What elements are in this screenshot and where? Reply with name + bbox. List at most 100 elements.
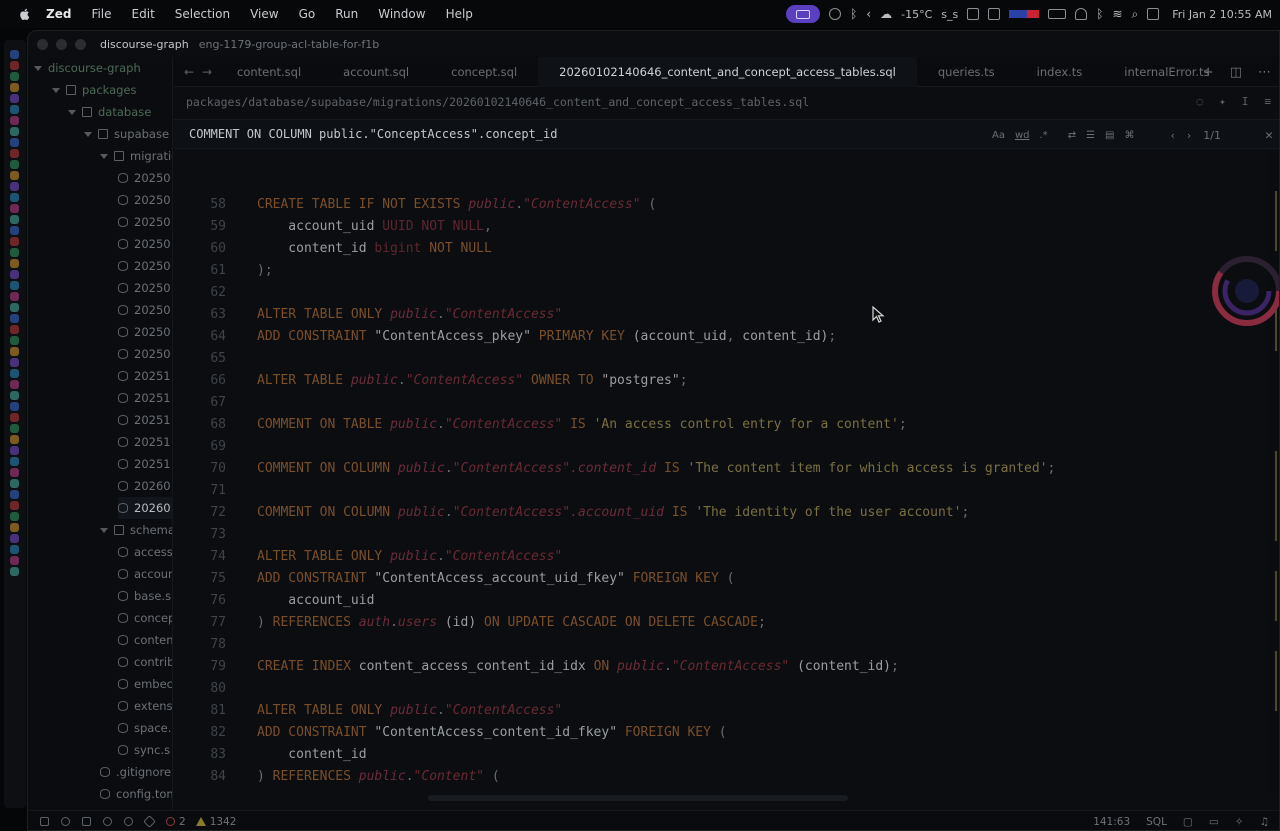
sidebar-item[interactable]: supabase [84, 123, 172, 145]
git-icon[interactable] [61, 817, 70, 826]
sidebar-item[interactable]: conten [118, 629, 172, 651]
dock-app-icon[interactable] [10, 402, 19, 411]
code-line[interactable]: 60 content_id bigint NOT NULL [174, 237, 1269, 259]
dock-app-icon[interactable] [10, 127, 19, 136]
wifi-icon[interactable]: ≋ [1112, 7, 1122, 21]
bluetooth-icon[interactable]: ᛒ [850, 7, 857, 21]
sidebar-item[interactable]: 20251 [118, 453, 172, 475]
dock-app-icon[interactable] [10, 424, 19, 433]
select-all-matches-icon[interactable]: ☰ [1086, 130, 1095, 141]
sidebar-item[interactable]: 20260 [118, 497, 172, 519]
code-line[interactable]: 71 [174, 479, 1269, 501]
dock-app-icon[interactable] [10, 501, 19, 510]
menu-view[interactable]: View [250, 7, 278, 21]
code-line[interactable]: 78 [174, 633, 1269, 655]
weather-temperature[interactable]: -15°C [901, 8, 932, 21]
sidebar-item[interactable]: concep [118, 607, 172, 629]
sidebar-item[interactable]: 20250 [118, 277, 172, 299]
dock-app-icon[interactable] [10, 490, 19, 499]
dock-app-icon[interactable] [10, 347, 19, 356]
sidebar-item[interactable]: schemas [100, 519, 172, 541]
breadcrumb[interactable]: packages/database/supabase/migrations/20… [174, 88, 1279, 116]
replace-icon[interactable]: ⇄ [1068, 130, 1076, 141]
match-case-toggle[interactable]: Aa [992, 130, 1005, 141]
filter-selection-icon[interactable]: ▤ [1105, 130, 1114, 141]
code-line[interactable]: 66 ALTER TABLE public."ContentAccess" OWN… [174, 369, 1269, 391]
debug-icon[interactable] [143, 815, 156, 828]
assistant-icon[interactable]: ✧ [1235, 816, 1244, 828]
new-tab-icon[interactable]: + [1203, 65, 1214, 80]
menu-help[interactable]: Help [446, 7, 473, 21]
editor-tab[interactable]: index.ts [1016, 57, 1104, 87]
bluetooth-status-icon[interactable]: ᛒ [1096, 7, 1103, 21]
menu-file[interactable]: File [91, 7, 111, 21]
code-line[interactable]: 81 ALTER TABLE ONLY public."ContentAccess… [174, 699, 1269, 721]
menu-app-zed[interactable]: Zed [46, 7, 71, 21]
dock-app-icon[interactable] [10, 138, 19, 147]
dock-app-icon[interactable] [10, 457, 19, 466]
dock-app-icon[interactable] [10, 468, 19, 477]
code-line[interactable]: 69 [174, 435, 1269, 457]
code-line[interactable]: 73 [174, 523, 1269, 545]
sidebar-item[interactable]: 20251 [118, 387, 172, 409]
dock-app-icon[interactable] [10, 182, 19, 191]
sidebar-item[interactable]: database [68, 101, 172, 123]
regex-toggle[interactable]: .* [1040, 130, 1048, 141]
forward-arrow-icon[interactable]: → [198, 65, 216, 79]
clock-history-icon[interactable] [829, 8, 842, 20]
code-line[interactable]: 83 content_id [174, 743, 1269, 765]
back-arrow-icon[interactable]: ← [180, 65, 198, 79]
control-center-icon[interactable] [1147, 8, 1160, 20]
whole-word-toggle[interactable]: wd [1015, 130, 1030, 141]
code-line[interactable]: 70 COMMENT ON COLUMN public."ContentAcces… [174, 457, 1269, 479]
dock-app-icon[interactable] [10, 83, 19, 92]
code-editor[interactable]: 58 CREATE TABLE IF NOT EXISTS public."Con… [174, 151, 1269, 791]
apple-logo-icon[interactable] [18, 7, 32, 21]
sidebar-item[interactable]: config.ton [100, 783, 172, 805]
previous-match-icon[interactable]: ‹ [1170, 129, 1174, 142]
dock-app-icon[interactable] [10, 413, 19, 422]
sidebar-item[interactable]: 20250 [118, 167, 172, 189]
terminal-icon[interactable]: ▭ [1209, 816, 1219, 828]
more-icon[interactable]: ⋯ [1258, 65, 1271, 80]
vertical-scrollbar[interactable] [1267, 151, 1279, 791]
code-line[interactable]: 61); [174, 259, 1269, 281]
dock-app-icon[interactable] [10, 303, 19, 312]
code-line[interactable]: 84) REFERENCES public."Content" ( [174, 765, 1269, 787]
code-line[interactable]: 59 account_uid UUID NOT NULL, [174, 215, 1269, 237]
screen-share-icon[interactable] [786, 5, 821, 23]
dock-app-icon[interactable] [10, 237, 19, 246]
dock-app-icon[interactable] [10, 479, 19, 488]
dock-app-icon[interactable] [10, 314, 19, 323]
code-line[interactable]: 68 COMMENT ON TABLE public."ContentAccess… [174, 413, 1269, 435]
code-line[interactable]: 82 ADD CONSTRAINT "ContentAccess_content_… [174, 721, 1269, 743]
dock-app-icon[interactable] [10, 567, 19, 576]
sidebar-item[interactable]: 20250 [118, 321, 172, 343]
display-icon[interactable] [988, 8, 1001, 20]
sidebar-item[interactable]: accoun [118, 563, 172, 585]
dock-app-icon[interactable] [10, 512, 19, 521]
dock-app-icon[interactable] [10, 270, 19, 279]
dock-app-icon[interactable] [10, 259, 19, 268]
sidebar-item[interactable]: 20250 [118, 211, 172, 233]
sidebar-item[interactable]: 20251 [118, 431, 172, 453]
dock-app-icon[interactable] [10, 116, 19, 125]
minimize-window-button[interactable] [56, 38, 67, 50]
sidebar-item[interactable]: contrib [118, 651, 172, 673]
sidebar-toggle-icon[interactable] [40, 817, 49, 826]
dock-app-icon[interactable] [10, 523, 19, 532]
editor-tab[interactable]: content.sql [216, 57, 322, 87]
inline-assist-icon[interactable]: ◌ [1197, 95, 1204, 108]
code-line[interactable]: 62 [174, 281, 1269, 303]
horizontal-scrollbar[interactable] [428, 795, 848, 801]
sidebar-item[interactable]: 20250 [118, 299, 172, 321]
language-selector[interactable]: SQL [1146, 816, 1167, 828]
dock-app-icon[interactable] [10, 61, 19, 70]
dock-app-icon[interactable] [10, 72, 19, 81]
code-line[interactable]: 79 CREATE INDEX content_access_content_id… [174, 655, 1269, 677]
dock-app-icon[interactable] [10, 204, 19, 213]
sidebar-item[interactable]: packages [52, 79, 172, 101]
code-line[interactable]: 85 id [174, 787, 1269, 792]
sidebar-item[interactable]: 20250 [118, 343, 172, 365]
code-line[interactable]: 76 account_uid [174, 589, 1269, 611]
